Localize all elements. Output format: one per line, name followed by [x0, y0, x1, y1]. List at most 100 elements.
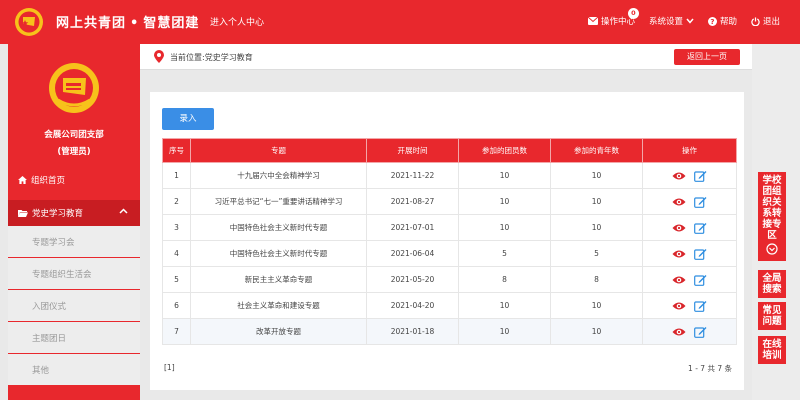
view-eye-icon[interactable]	[672, 249, 686, 259]
personal-center-link[interactable]: 进入个人中心	[210, 15, 264, 28]
edit-icon[interactable]	[694, 248, 707, 260]
top-right-menu: 操作中心 0 系统设置 ? 帮助 退出	[587, 8, 780, 27]
cell-members: 8	[458, 266, 551, 293]
cell-members: 5	[458, 240, 551, 267]
table-row: 5 新民主主义革命专题 2021-05-20 8 8	[162, 266, 737, 293]
cell-topic: 改革开放专题	[190, 318, 367, 345]
online-training-button[interactable]: 在线培训	[758, 336, 786, 364]
view-eye-icon[interactable]	[672, 301, 686, 311]
sidebar-home-label: 组织首页	[31, 176, 66, 186]
cell-members: 10	[458, 292, 551, 319]
logout-label: 退出	[762, 17, 780, 27]
school-transfer-zone-button[interactable]: 学校团组织关系转接专区	[758, 172, 786, 261]
view-eye-icon[interactable]	[672, 197, 686, 207]
edit-icon[interactable]	[694, 300, 707, 312]
cell-youth: 10	[550, 292, 643, 319]
edit-icon[interactable]	[694, 326, 707, 338]
edit-icon[interactable]	[694, 170, 707, 182]
view-eye-icon[interactable]	[672, 223, 686, 233]
sidebar-subitem-ceremony[interactable]: 入团仪式	[8, 290, 140, 322]
sidebar-subitem-org-life[interactable]: 专题组织生活会	[8, 258, 140, 290]
cell-no: 1	[162, 162, 191, 189]
ops-center-button[interactable]: 操作中心 0	[587, 8, 639, 27]
sidebar-subnav: 专题学习会 专题组织生活会 入团仪式 主题团日 其他	[8, 226, 140, 386]
cell-date: 2021-08-27	[366, 188, 459, 215]
cell-no: 3	[162, 214, 191, 241]
sidebar-item-home[interactable]: 组织首页	[18, 174, 65, 186]
table-row: 7 改革开放专题 2021-01-18 10 10	[162, 318, 737, 345]
cell-date: 2021-01-18	[366, 318, 459, 345]
cell-youth: 10	[550, 318, 643, 345]
settings-menu[interactable]: 系统设置	[649, 15, 694, 27]
faq-button[interactable]: 常见问题	[758, 302, 786, 330]
org-emblem-icon	[49, 63, 99, 113]
chevron-circle-down-icon	[766, 243, 778, 255]
chevron-up-icon	[119, 208, 128, 214]
home-icon	[18, 176, 27, 184]
table-row: 4 中国特色社会主义新时代专题 2021-06-04 5 5	[162, 240, 737, 267]
col-header-topic: 专题	[190, 138, 367, 163]
edit-icon[interactable]	[694, 274, 707, 286]
sidebar-subitem-theme-day[interactable]: 主题团日	[8, 322, 140, 354]
org-name: 会展公司团支部	[44, 130, 104, 140]
pagination-pages[interactable]: [1]	[164, 363, 175, 372]
cell-actions	[642, 188, 737, 215]
cell-date: 2021-04-20	[366, 292, 459, 319]
chevron-down-icon	[686, 18, 694, 24]
cell-topic: 社会主义革命和建设专题	[190, 292, 367, 319]
global-search-button[interactable]: 全局搜索	[758, 270, 786, 298]
col-header-members: 参加的团员数	[458, 138, 551, 163]
cell-date: 2021-11-22	[366, 162, 459, 189]
col-header-youth: 参加的青年数	[550, 138, 643, 163]
cell-no: 2	[162, 188, 191, 215]
breadcrumb: 当前位置:党史学习教育	[170, 53, 253, 62]
cell-members: 10	[458, 188, 551, 215]
records-table: 序号 专题 开展时间 参加的团员数 参加的青年数 操作 1 十九届六中全会精神学…	[162, 138, 737, 345]
table-header-row: 序号 专题 开展时间 参加的团员数 参加的青年数 操作	[162, 138, 737, 163]
back-button[interactable]: 返回上一页	[674, 49, 740, 65]
notification-badge: 0	[627, 8, 639, 19]
cell-topic: 中国特色社会主义新时代专题	[190, 240, 367, 267]
col-header-no: 序号	[162, 138, 191, 163]
site-title: 网上共青团 • 智慧团建	[56, 12, 199, 31]
power-icon	[751, 16, 760, 26]
league-emblem-icon[interactable]	[14, 7, 44, 37]
cell-youth: 10	[550, 162, 643, 189]
sidebar-subitem-study[interactable]: 专题学习会	[8, 226, 140, 258]
sidebar-group-party-history[interactable]: 党史学习教育	[8, 200, 140, 226]
cell-actions	[642, 162, 737, 189]
cell-youth: 10	[550, 188, 643, 215]
edit-icon[interactable]	[694, 222, 707, 234]
site-title-main: 网上共青团	[56, 16, 127, 31]
view-eye-icon[interactable]	[672, 171, 686, 181]
site-title-sub: 智慧团建	[143, 16, 200, 31]
svg-text:?: ?	[710, 17, 714, 26]
site-title-dot: •	[130, 16, 140, 31]
settings-label: 系统设置	[648, 17, 683, 27]
cell-no: 7	[162, 318, 191, 345]
cell-actions	[642, 240, 737, 267]
cell-actions	[642, 292, 737, 319]
cell-date: 2021-05-20	[366, 266, 459, 293]
cell-members: 10	[458, 214, 551, 241]
cell-youth: 5	[550, 240, 643, 267]
help-label: 帮助	[719, 17, 737, 27]
view-eye-icon[interactable]	[672, 327, 686, 337]
school-transfer-zone-label: 学校团组织关系转接专区	[762, 175, 782, 241]
breadcrumb-bar: 当前位置:党史学习教育 返回上一页	[140, 44, 752, 70]
logout-button[interactable]: 退出	[751, 15, 780, 27]
add-record-button[interactable]: 录入	[162, 108, 214, 130]
edit-icon[interactable]	[694, 196, 707, 208]
sidebar-subitem-other[interactable]: 其他	[8, 354, 140, 386]
cell-no: 6	[162, 292, 191, 319]
col-header-date: 开展时间	[366, 138, 459, 163]
table-row: 3 中国特色社会主义新时代专题 2021-07-01 10 10	[162, 214, 737, 241]
location-pin-icon	[154, 50, 164, 63]
table-row: 1 十九届六中全会精神学习 2021-11-22 10 10	[162, 162, 737, 189]
cell-members: 10	[458, 162, 551, 189]
view-eye-icon[interactable]	[672, 275, 686, 285]
table-row: 2 习近平总书记“七一”重要讲话精神学习 2021-08-27 10 10	[162, 188, 737, 215]
help-button[interactable]: ? 帮助	[707, 15, 737, 27]
cell-topic: 新民主主义革命专题	[190, 266, 367, 293]
col-header-actions: 操作	[642, 138, 737, 163]
